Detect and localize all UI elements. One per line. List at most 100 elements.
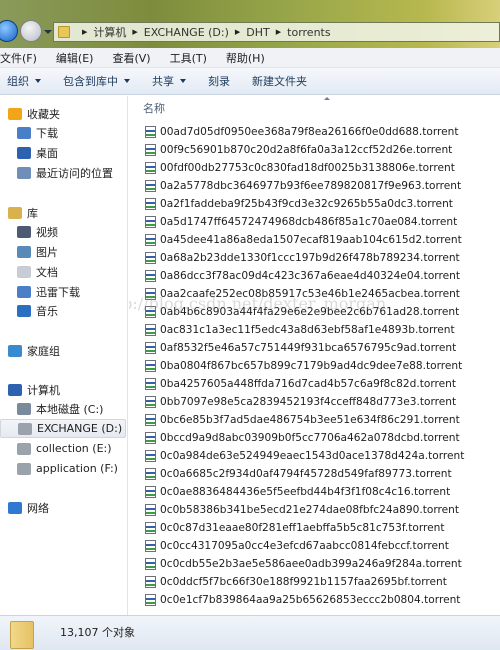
sidebar-item-6[interactable]: 图片	[0, 242, 58, 261]
recent-places-icon	[17, 166, 31, 179]
file-row[interactable]: 0c0ddcf5f7bc66f30e188f9921b1157faa2695bf…	[145, 573, 447, 591]
chevron-right-icon[interactable]: ▶	[276, 28, 281, 36]
file-name: 0a2a5778dbc3646977b93f6ee789820817f9e963…	[160, 180, 462, 192]
chevron-right-icon[interactable]: ▶	[132, 28, 137, 36]
toolbar-button-2[interactable]: 共享	[152, 73, 186, 89]
sidebar-item-label: 文档	[36, 265, 58, 279]
torrent-file-icon	[145, 198, 156, 210]
sidebar-item-0[interactable]: 收藏夹	[0, 104, 60, 123]
torrent-file-icon	[145, 288, 156, 300]
file-row[interactable]: 0a2f1faddeba9f25b43f9cd3e32c9265b55a0dc3…	[145, 195, 453, 213]
sidebar-item-2[interactable]: 桌面	[0, 143, 58, 162]
pictures-icon	[17, 245, 31, 258]
column-header-name[interactable]: 名称	[143, 100, 165, 116]
toolbar-button-3[interactable]: 刻录	[208, 73, 230, 89]
forward-button[interactable]	[20, 20, 42, 42]
address-bar[interactable]: ▶ 计算机 ▶ EXCHANGE (D:) ▶ DHT ▶ torrents	[53, 22, 500, 42]
file-name: 0c0ddcf5f7bc66f30e188f9921b1157faa2695bf…	[160, 576, 447, 588]
file-row[interactable]: 0c0cc4317095a0cc4e3efcd67aabcc0814febccf…	[145, 537, 449, 555]
back-button[interactable]	[0, 20, 18, 42]
file-row[interactable]: 0c0a984de63e524949eaec1543d0ace1378d424a…	[145, 447, 464, 465]
thunder-download-icon	[17, 285, 31, 298]
file-row[interactable]: 0bccd9a9d8abc03909b0f5cc7706a462a078dcbd…	[145, 429, 460, 447]
sidebar-item-1[interactable]: 下载	[0, 123, 58, 142]
sidebar-item-label: 计算机	[27, 383, 60, 397]
sidebar-item-label: EXCHANGE (D:)	[37, 422, 123, 435]
file-name: 0a2f1faddeba9f25b43f9cd3e32c9265b55a0dc3…	[160, 198, 453, 210]
sidebar-item-8[interactable]: 迅雷下载	[0, 282, 80, 301]
file-row[interactable]: 0c0e1cf7b839864aa9a25b65626853eccc2b0804…	[145, 591, 460, 609]
file-row[interactable]: 0c0c87d31eaae80f281eff1aebffa5b5c81c753f…	[145, 519, 445, 537]
toolbar-button-4[interactable]: 新建文件夹	[252, 73, 307, 89]
menu-file[interactable]: 文件(F)	[0, 50, 44, 66]
folder-icon	[58, 26, 70, 38]
file-row[interactable]: 0a2a5778dbc3646977b93f6ee789820817f9e963…	[145, 177, 461, 195]
file-row[interactable]: 0ba0804f867bc657b899c7179b9ad4dc9dee7e88…	[145, 357, 462, 375]
file-row[interactable]: 0a86dcc3f78ac09d4c423c367a6eae4d40324e04…	[145, 267, 460, 285]
file-row[interactable]: 0c0cdb55e2b3ae5e586aee0adb399a246a9f284a…	[145, 555, 462, 573]
sidebar-item-12[interactable]: 本地磁盘 (C:)	[0, 399, 103, 418]
toolbar-button-1[interactable]: 包含到库中	[63, 73, 130, 89]
sidebar-item-7[interactable]: 文档	[0, 262, 58, 281]
file-row[interactable]: 0aa2caafe252ec08b85917c53e46b1e2465acbea…	[145, 285, 460, 303]
file-row[interactable]: 00f9c56901b870c20d2a8f6fa0a3a12ccf52d26e…	[145, 141, 452, 159]
file-name: 0a45dee41a86a8eda1507ecaf819aab104c615d2…	[160, 234, 462, 246]
sidebar-item-5[interactable]: 视频	[0, 222, 58, 241]
file-row[interactable]: 0c0a6685c2f934d0af4794f45728d549faf89773…	[145, 465, 452, 483]
drive-icon	[17, 442, 31, 455]
torrent-file-icon	[145, 162, 156, 174]
file-row[interactable]: 00ad7d05df0950ee368a79f8ea26166f0e0dd688…	[145, 123, 459, 141]
sidebar-item-13[interactable]: EXCHANGE (D:)	[0, 419, 126, 438]
navigation-pane[interactable]: 收藏夹 下载 桌面最近访问的位置库视频图片文档迅雷下载 音乐家庭组计算机本地磁盘 (C…	[0, 96, 128, 615]
sidebar-item-label: 最近访问的位置	[36, 166, 113, 180]
file-row[interactable]: 0a45dee41a86a8eda1507ecaf819aab104c615d2…	[145, 231, 462, 249]
sidebar-item-10[interactable]: 家庭组	[0, 341, 60, 360]
menu-help[interactable]: 帮助(H)	[226, 50, 272, 66]
file-row[interactable]: 0c0b58386b341be5ecd21e274dae08fbfc24a890…	[145, 501, 459, 519]
toolbar-button-label: 组织	[7, 75, 29, 88]
file-row[interactable]: 0ba4257605a448ffda716d7cad4b57c6a9f8c82d…	[145, 375, 456, 393]
command-bar: 组织 包含到库中 共享 刻录 新建文件夹	[0, 68, 500, 95]
torrent-file-icon	[145, 342, 156, 354]
breadcrumb-drive[interactable]: EXCHANGE (D:)	[144, 26, 229, 39]
sidebar-item-label: application (F:)	[36, 462, 118, 475]
sidebar-item-label: 视频	[36, 225, 58, 239]
breadcrumb-computer[interactable]: 计算机	[93, 24, 126, 40]
sidebar-item-11[interactable]: 计算机	[0, 380, 60, 399]
torrent-file-icon	[145, 126, 156, 138]
windows-drive-icon	[17, 402, 31, 415]
file-row[interactable]: 0bc6e85b3f7ad5dae486754b3ee51e634f86c291…	[145, 411, 460, 429]
sidebar-item-9[interactable]: 音乐	[0, 301, 58, 320]
sidebar-item-15[interactable]: application (F:)	[0, 459, 118, 478]
sidebar-item-16[interactable]: 网络	[0, 498, 49, 517]
file-row[interactable]: 0bb7097e98e5ca2839452193f4cceff848d773e3…	[145, 393, 456, 411]
chevron-right-icon[interactable]: ▶	[82, 28, 87, 36]
menu-edit[interactable]: 编辑(E)	[56, 50, 101, 66]
network-icon	[8, 501, 22, 514]
file-row[interactable]: 0ab4b6c8903a44f4fa29e6e2e9bee2c6b761ad28…	[145, 303, 459, 321]
file-row[interactable]: 0a68a2b23dde1330f1ccc197b9d26f478b789234…	[145, 249, 460, 267]
sidebar-item-3[interactable]: 最近访问的位置	[0, 163, 113, 182]
menu-tools[interactable]: 工具(T)	[170, 50, 214, 66]
file-name: 0a68a2b23dde1330f1ccc197b9d26f478b789234…	[160, 252, 460, 264]
file-name: 0c0cc4317095a0cc4e3efcd67aabcc0814febccf…	[160, 540, 449, 552]
menu-view[interactable]: 查看(V)	[112, 50, 157, 66]
torrent-file-icon	[145, 252, 156, 264]
file-row[interactable]: 0af8532f5e46a57c751449f931bca6576795c9ad…	[145, 339, 456, 357]
toolbar-button-0[interactable]: 组织	[7, 73, 41, 89]
sidebar-item-14[interactable]: collection (E:)	[0, 439, 112, 458]
torrent-file-icon	[145, 324, 156, 336]
torrent-file-icon	[145, 360, 156, 372]
file-list[interactable]: 名称 00ad7d05df0950ee368a79f8ea26166f0e0dd…	[129, 96, 500, 615]
file-row[interactable]: 00fdf00db27753c0c830fad18df0025b3138806e…	[145, 159, 455, 177]
file-name: 0c0a6685c2f934d0af4794f45728d549faf89773…	[160, 468, 452, 480]
chevron-right-icon[interactable]: ▶	[235, 28, 240, 36]
file-row[interactable]: 0c0ae8836484436e5f5eefbd44b4f3f1f08c4c16…	[145, 483, 450, 501]
recent-pages-dropdown[interactable]	[44, 30, 52, 34]
sidebar-item-4[interactable]: 库	[0, 203, 38, 222]
video-icon	[17, 225, 31, 238]
breadcrumb-dht[interactable]: DHT	[246, 26, 269, 39]
file-row[interactable]: 0a5d1747ff64572474968dcb486f85a1c70ae084…	[145, 213, 457, 231]
breadcrumb-torrents[interactable]: torrents	[287, 26, 330, 39]
file-row[interactable]: 0ac831c1a3ec11f5edc43a8d63ebf58af1e4893b…	[145, 321, 455, 339]
